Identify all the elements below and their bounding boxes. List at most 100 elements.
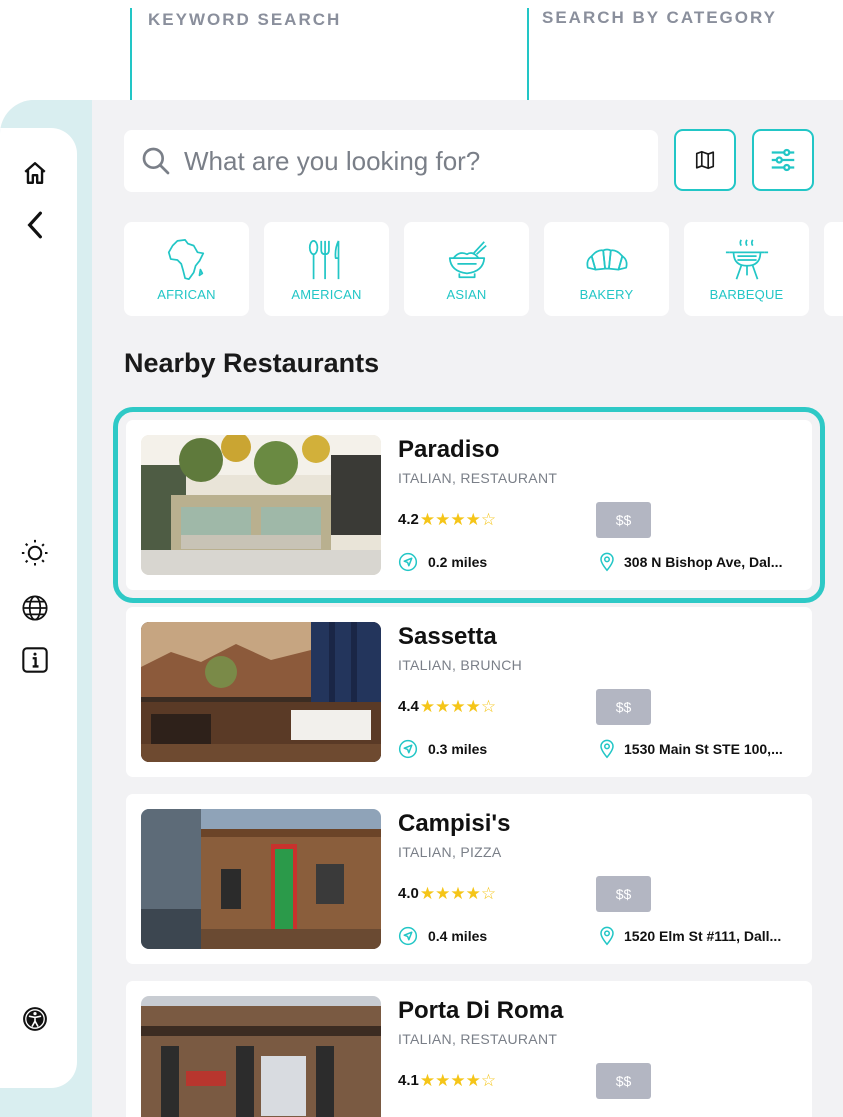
category-strip: AFRICAN AMERICAN ASIAN BAKERY BARBEQUE — [124, 222, 843, 316]
restaurant-address: 1530 Main St STE 100,... — [598, 739, 783, 759]
rating-value: 4.0 — [398, 885, 419, 902]
restaurant-list: Paradiso ITALIAN, RESTAURANT 4.2 ★ ★ ★ ★ ☆ $… — [113, 407, 825, 1117]
restaurant-address: 1520 Elm St #111, Dall... — [598, 926, 781, 946]
rating-value: 4.1 — [398, 1072, 419, 1089]
grill-icon — [725, 239, 768, 280]
search-input[interactable] — [184, 145, 644, 177]
filter-sliders-icon — [771, 148, 795, 172]
restaurant-card[interactable]: Campisi's ITALIAN, PIZZA 4.0 ★ ★ ★ ★ ☆ $$ 0.… — [126, 794, 812, 964]
restaurant-card[interactable]: Paradiso ITALIAN, RESTAURANT 4.2 ★ ★ ★ ★ ☆ $… — [113, 407, 825, 603]
restaurant-tags: ITALIAN, BRUNCH — [398, 657, 523, 673]
star-outline-icon: ☆ — [480, 1071, 497, 1090]
restaurant-photo — [141, 622, 381, 762]
price-badge: $$ — [596, 502, 651, 538]
restaurant-photo — [141, 809, 381, 949]
star-icon: ★ — [450, 697, 466, 716]
category-label: BAKERY — [579, 287, 634, 302]
home-icon[interactable] — [20, 158, 50, 188]
side-rail — [0, 128, 77, 1088]
info-icon[interactable] — [20, 645, 50, 675]
restaurant-rating: 4.2 ★ ★ ★ ★ ☆ — [398, 511, 496, 528]
distance-text: 0.3 miles — [428, 741, 488, 757]
restaurant-address: 308 N Bishop Ave, Dal... — [598, 552, 782, 572]
star-outline-icon: ☆ — [480, 884, 497, 903]
globe-icon[interactable] — [20, 593, 50, 623]
rating-value: 4.2 — [398, 511, 419, 528]
restaurant-photo — [141, 996, 381, 1117]
accessibility-icon[interactable] — [20, 1004, 50, 1034]
star-icon: ★ — [419, 697, 436, 716]
restaurant-name: Campisi's — [398, 810, 511, 837]
category-american[interactable]: AMERICAN — [264, 222, 389, 316]
rating-value: 4.4 — [398, 698, 419, 715]
restaurant-tags: ITALIAN, PIZZA — [398, 844, 502, 860]
location-pin-icon — [600, 552, 614, 572]
navigation-arrow-icon — [398, 552, 418, 572]
star-icon: ★ — [435, 510, 451, 529]
star-outline-icon: ☆ — [480, 510, 497, 529]
star-icon: ★ — [465, 884, 481, 903]
star-icon: ★ — [419, 1071, 436, 1090]
location-pin-icon — [600, 926, 614, 946]
location-pin-icon — [600, 739, 614, 759]
distance-text: 0.2 miles — [428, 554, 488, 570]
category-african[interactable]: AFRICAN — [124, 222, 249, 316]
navigation-arrow-icon — [398, 739, 418, 759]
address-text: 1530 Main St STE 100,... — [624, 741, 783, 757]
star-icon: ★ — [435, 1071, 451, 1090]
star-icon: ★ — [450, 884, 466, 903]
search-bar[interactable] — [124, 130, 658, 192]
distance-text: 0.4 miles — [428, 928, 488, 944]
restaurant-distance: 0.3 miles — [398, 739, 487, 759]
rating-stars: ★ ★ ★ ★ ☆ — [420, 885, 496, 902]
utensils-icon — [308, 239, 339, 280]
filter-button[interactable] — [752, 129, 814, 191]
app-frame: AFRICAN AMERICAN ASIAN BAKERY BARBEQUE N… — [0, 100, 843, 1117]
map-icon — [695, 150, 715, 170]
restaurant-rating: 4.0 ★ ★ ★ ★ ☆ — [398, 885, 496, 902]
category-label: BARBEQUE — [709, 287, 784, 302]
category-asian[interactable]: ASIAN — [404, 222, 529, 316]
price-badge: $$ — [596, 1063, 651, 1099]
price-badge: $$ — [596, 689, 651, 725]
brightness-icon[interactable] — [20, 538, 50, 568]
map-view-button[interactable] — [674, 129, 736, 191]
keyword-search-annotation: KEYWORD SEARCH — [148, 10, 342, 29]
rating-stars: ★ ★ ★ ★ ☆ — [420, 511, 496, 528]
restaurant-distance: 0.4 miles — [398, 926, 487, 946]
restaurant-rating: 4.1 ★ ★ ★ ★ ☆ — [398, 1072, 496, 1089]
croissant-icon — [585, 248, 628, 271]
category-barbeque[interactable]: BARBEQUE — [684, 222, 809, 316]
restaurant-photo — [141, 435, 381, 575]
rating-stars: ★ ★ ★ ★ ☆ — [420, 698, 496, 715]
star-icon: ★ — [435, 884, 451, 903]
star-icon: ★ — [450, 510, 466, 529]
star-icon: ★ — [465, 1071, 481, 1090]
category-label: ASIAN — [446, 287, 487, 302]
restaurant-name: Paradiso — [398, 436, 500, 463]
rating-stars: ★ ★ ★ ★ ☆ — [420, 1072, 496, 1089]
address-text: 308 N Bishop Ave, Dal... — [624, 554, 783, 570]
section-title: Nearby Restaurants — [124, 348, 380, 378]
africa-icon — [167, 239, 204, 281]
address-text: 1520 Elm St #111, Dall... — [624, 928, 782, 944]
back-icon[interactable] — [20, 210, 50, 240]
category-label: AFRICAN — [157, 287, 216, 302]
restaurant-distance: 0.2 miles — [398, 552, 487, 572]
restaurant-rating: 4.4 ★ ★ ★ ★ ☆ — [398, 698, 496, 715]
star-icon: ★ — [465, 697, 481, 716]
category-next-partial[interactable] — [824, 222, 843, 316]
star-icon: ★ — [419, 510, 436, 529]
category-label: AMERICAN — [291, 287, 362, 302]
restaurant-card[interactable]: Porta Di Roma ITALIAN, RESTAURANT 4.1 ★ ★… — [126, 981, 812, 1117]
star-icon: ★ — [419, 884, 436, 903]
bowl-chopsticks-icon — [448, 241, 487, 279]
restaurant-card[interactable]: Sassetta ITALIAN, BRUNCH 4.4 ★ ★ ★ ★ ☆ $$ 0.… — [126, 607, 812, 777]
restaurant-name: Sassetta — [398, 623, 497, 650]
restaurant-tags: ITALIAN, RESTAURANT — [398, 470, 558, 486]
category-search-annotation: SEARCH BY CATEGORY — [542, 8, 777, 27]
restaurant-tags: ITALIAN, RESTAURANT — [398, 1031, 558, 1047]
navigation-arrow-icon — [398, 926, 418, 946]
star-icon: ★ — [450, 1071, 466, 1090]
category-bakery[interactable]: BAKERY — [544, 222, 669, 316]
